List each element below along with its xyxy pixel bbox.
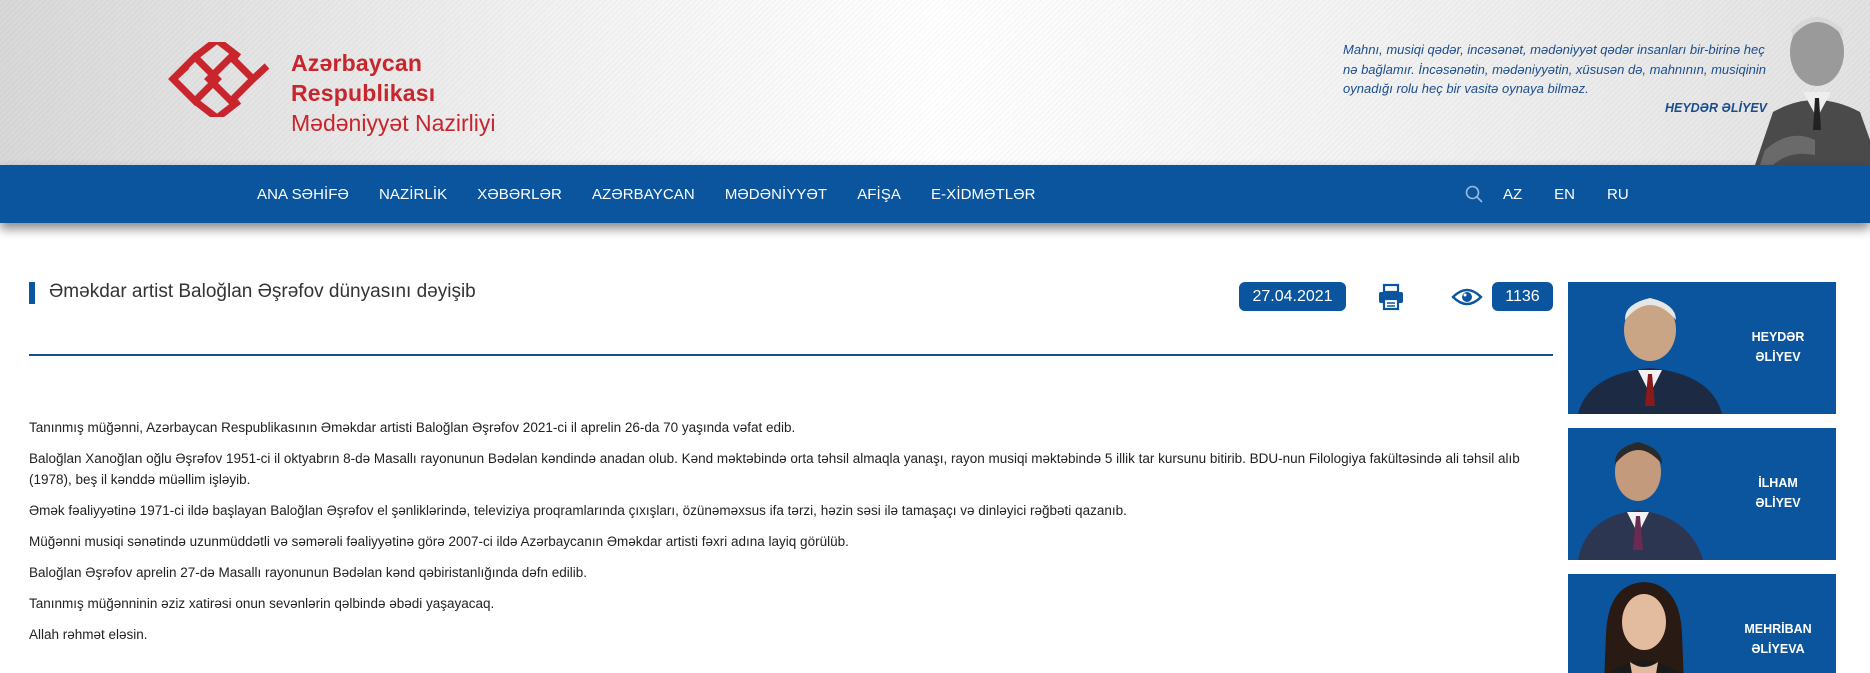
card-label-line: İLHAM <box>1758 476 1798 490</box>
logo-title-line2: Mədəniyyət Nazirliyi <box>291 110 496 136</box>
article-title: Əməkdar artist Baloğlan Əşrəfov dünyasın… <box>49 281 476 302</box>
article-paragraph: Allah rəhmət eləsin. <box>29 627 148 642</box>
ilham-aliyev-portrait <box>1578 442 1703 560</box>
views-count-badge: 1136 <box>1492 282 1553 311</box>
card-label: HEYDƏR ƏLİYEV <box>1728 327 1828 367</box>
card-label-line: MEHRİBAN <box>1744 622 1812 636</box>
nav-item-poster[interactable]: AFİŞA <box>857 186 901 203</box>
heydar-aliyev-portrait <box>1578 298 1722 414</box>
logo-knot-icon <box>168 42 270 117</box>
article-paragraph: Tanınmış müğənninin əziz xatirəsi onun s… <box>29 596 495 611</box>
card-label-line: ƏLİYEV <box>1755 350 1801 364</box>
title-divider <box>29 354 1553 356</box>
sidebar-card-ilham-aliyev[interactable]: İLHAM ƏLİYEV <box>1568 428 1836 560</box>
card-label-line: ƏLİYEV <box>1755 496 1801 510</box>
card-label: İLHAM ƏLİYEV <box>1728 473 1828 513</box>
card-label: MEHRİBAN ƏLİYEVA <box>1728 619 1828 659</box>
site-header: Azərbaycan Respublikası Mədəniyyət Nazir… <box>0 0 1870 165</box>
article-body: Tanınmış müğənni, Azərbaycan Respublikas… <box>29 417 1554 655</box>
sidebar-card-mehriban-aliyeva[interactable]: MEHRİBAN ƏLİYEVA <box>1568 574 1836 673</box>
logo-text: Azərbaycan Respublikası Mədəniyyət Nazir… <box>291 48 565 138</box>
eye-icon <box>1451 288 1483 306</box>
ministry-logo[interactable]: Azərbaycan Respublikası Mədəniyyət Nazir… <box>165 42 565 136</box>
nav-item-azerbaijan[interactable]: AZƏRBAYCAN <box>592 186 695 203</box>
nav-menu: ANA SƏHİFƏ NAZİRLİK XƏBƏRLƏR AZƏRBAYCAN … <box>257 165 1066 223</box>
header-quote: Mahnı, musiqi qədər, incəsənət, mədəniyy… <box>1343 42 1766 96</box>
article-paragraph: Baloğlan Xanoğlan oğlu Əşrəfov 1951-ci i… <box>29 451 1520 487</box>
nav-utilities: AZ EN RU <box>1465 165 1661 223</box>
quote-author: HEYDƏR ƏLİYEV <box>1664 101 1767 115</box>
header-portrait <box>1755 0 1870 165</box>
nav-item-news[interactable]: XƏBƏRLƏR <box>477 186 562 203</box>
lang-ru[interactable]: RU <box>1607 186 1629 203</box>
card-label-line: HEYDƏR <box>1751 330 1805 344</box>
title-accent-bar <box>29 282 35 304</box>
nav-item-ministry[interactable]: NAZİRLİK <box>379 186 447 203</box>
search-icon[interactable] <box>1465 185 1483 203</box>
article-paragraph: Müğənni musiqi sənətində uzunmüddətli və… <box>29 534 849 549</box>
sidebar-card-heydar-aliyev[interactable]: HEYDƏR ƏLİYEV <box>1568 282 1836 414</box>
lang-az[interactable]: AZ <box>1503 186 1522 203</box>
main-navigation: ANA SƏHİFƏ NAZİRLİK XƏBƏRLƏR AZƏRBAYCAN … <box>0 165 1870 223</box>
nav-item-culture[interactable]: MƏDƏNİYYƏT <box>725 186 827 203</box>
lang-en[interactable]: EN <box>1554 186 1575 203</box>
card-label-line: ƏLİYEVA <box>1751 642 1805 656</box>
date-badge: 27.04.2021 <box>1239 282 1346 311</box>
article-paragraph: Tanınmış müğənni, Azərbaycan Respublikas… <box>29 420 796 435</box>
nav-item-home[interactable]: ANA SƏHİFƏ <box>257 186 349 203</box>
article-paragraph: Baloğlan Əşrəfov aprelin 27-də Masallı r… <box>29 565 588 580</box>
mehriban-aliyeva-portrait <box>1604 582 1684 673</box>
nav-item-e-services[interactable]: E-XİDMƏTLƏR <box>931 186 1036 203</box>
article-paragraph: Əmək fəaliyyətinə 1971-ci ildə başlayan … <box>29 503 1127 518</box>
logo-title-line1: Azərbaycan Respublikası <box>291 50 436 106</box>
print-icon[interactable] <box>1376 282 1406 312</box>
